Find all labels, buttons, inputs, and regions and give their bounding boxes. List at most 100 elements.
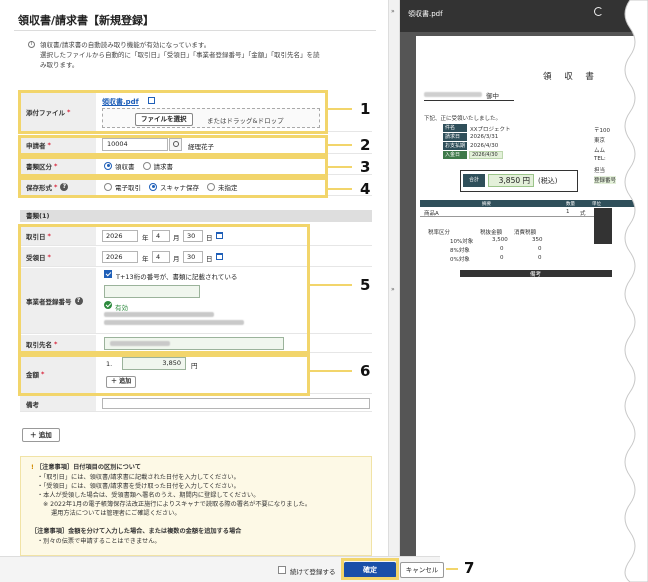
tax-net: 3,500 (492, 237, 508, 243)
calendar-icon[interactable] (216, 232, 223, 239)
amount-label: 金額 * (20, 354, 96, 393)
registration-number-input[interactable] (104, 285, 200, 298)
callout-number: 5 (360, 276, 371, 294)
receipt-date-body: 2026 年 4 月 30 日 (102, 247, 372, 266)
notice-line: ・本人が受領した場合は、受領書類へ署名のうえ、期間内に登録してください。 (37, 492, 260, 499)
doc-dark-block (594, 208, 612, 244)
label-text: 受領日 (26, 253, 46, 262)
issuer-line: TEL: (594, 156, 606, 162)
radio-scanner[interactable]: スキャナ保存 (149, 182, 199, 192)
radio-label: 領収書 (115, 162, 135, 171)
registration-body: T+13桁の番号が、書類に記載されている 有効 (102, 268, 372, 333)
required-mark: * (47, 231, 51, 240)
confirm-button[interactable]: 確定 (344, 562, 396, 578)
redacted-text (424, 92, 482, 97)
label-text: 申請者 (26, 141, 46, 150)
remarks-input[interactable] (102, 398, 370, 409)
doc-field-value: XXプロジェクト (470, 127, 511, 133)
year-input[interactable]: 2026 (102, 230, 138, 242)
info-text: 領収書/請求書の自動読み取り機能が有効になっています。 選択したファイルから自動… (40, 40, 370, 70)
registration-row: 事業者登録番号? T+13桁の番号が、書類に記載されている 有効 (20, 268, 372, 334)
month-input[interactable]: 4 (152, 251, 170, 263)
cancel-button[interactable]: キャンセル (400, 562, 444, 578)
doc-greeting: 下記、正に受領いたしました。 (424, 116, 502, 122)
add-document-button[interactable]: ＋ 追加 (22, 428, 60, 442)
radio-receipt[interactable]: 領収書 (104, 161, 135, 171)
attachment-body: 領収書.pdf ファイルを選択 またはドラッグ&ドロップ (102, 92, 372, 131)
screen: 領収書/請求書【新規登録】 i 領収書/請求書の自動読み取り機能が有効になってい… (0, 0, 648, 582)
page-title: 領収書/請求書【新規登録】 (18, 14, 155, 27)
notice-heading-text: ［注意事項］日付項目の区別について (35, 464, 141, 471)
tax-rate: 0%対象 (450, 257, 470, 263)
help-icon[interactable]: ? (74, 296, 83, 305)
transaction-date-body: 2026 年 4 月 30 日 (102, 226, 372, 245)
applicant-name: 経理花子 (188, 143, 214, 151)
label-text: 金額 (26, 370, 39, 379)
search-icon[interactable] (169, 138, 182, 151)
applicant-code-input[interactable]: 10004 (102, 138, 168, 151)
panel-divider[interactable]: » » (388, 0, 400, 582)
tax-amount: 350 (532, 237, 543, 243)
continue-checkbox[interactable] (278, 566, 286, 574)
issuer-line: 担当 (594, 168, 606, 174)
required-mark: * (54, 182, 58, 191)
attachment-row: 添付ファイル * 領収書.pdf ファイルを選択 またはドラッグ&ドロップ (20, 92, 372, 132)
redacted-text (104, 312, 214, 317)
amount-unit: 円 (191, 362, 198, 370)
expand-arrow-icon[interactable]: » (391, 286, 395, 293)
tax-net: 0 (500, 255, 504, 261)
transaction-date-row: 取引日 * 2026 年 4 月 30 日 (20, 226, 372, 246)
doc-type-label: 書類区分 * (20, 157, 96, 174)
day-input[interactable]: 30 (183, 251, 203, 263)
info-line: み取ります。 (40, 61, 79, 69)
highlight-connector (328, 144, 352, 146)
radio-selected-icon (149, 182, 157, 191)
help-icon[interactable]: ? (60, 182, 69, 191)
radio-electronic[interactable]: 電子取引 (104, 182, 141, 192)
external-link-icon[interactable] (148, 97, 155, 104)
month-input[interactable]: 4 (152, 230, 170, 242)
file-drop-zone[interactable]: ファイルを選択 またはドラッグ&ドロップ (102, 108, 320, 128)
collapse-arrow-icon[interactable]: » (391, 8, 395, 15)
radio-unspecified[interactable]: 未指定 (207, 182, 238, 192)
rotate-icon[interactable] (594, 7, 603, 16)
doc-type-radio-group: 領収書 請求書 (104, 157, 181, 174)
callout-number: 2 (360, 136, 371, 154)
day-input[interactable]: 30 (183, 230, 203, 242)
amount-body: 1. 3,850 円 ＋ 追加 (102, 354, 372, 393)
tax-header: 税抜金額 (480, 230, 503, 236)
select-file-button[interactable]: ファイルを選択 (135, 113, 193, 126)
radio-icon (142, 161, 151, 170)
doc-tag: 件名 (443, 124, 467, 132)
highlight-connector (328, 108, 352, 110)
radio-selected-icon (104, 161, 112, 170)
amount-index: 1. (106, 360, 113, 368)
amount-input[interactable]: 3,850 (122, 357, 186, 370)
info-line: 領収書/請求書の自動読み取り機能が有効になっています。 (40, 41, 211, 49)
attached-file-link[interactable]: 領収書.pdf (102, 97, 139, 107)
notice-line: 運用方法については管理者にご確認ください。 (51, 510, 181, 517)
callout-number: 7 (464, 559, 475, 577)
radio-invoice[interactable]: 請求書 (142, 161, 173, 171)
year-unit: 年 (142, 234, 149, 242)
highlight-connector (328, 166, 352, 168)
continue-label: 続けて登録する (290, 568, 336, 576)
tax-amount: 0 (538, 255, 542, 261)
day-unit: 日 (206, 255, 213, 263)
calendar-icon[interactable] (216, 253, 223, 260)
info-icon: i (28, 41, 35, 48)
doc-field-value: 2026/4/30 (469, 151, 503, 159)
required-mark: * (54, 161, 58, 170)
doc-title: 領 収 書 (543, 72, 599, 82)
registration-checkbox[interactable] (104, 270, 112, 278)
table-rule (420, 216, 612, 217)
storage-row: 保存形式 *? 電子取引 スキャナ保存 未指定 (20, 178, 372, 196)
year-unit: 年 (142, 255, 149, 263)
callout-number: 6 (360, 362, 371, 380)
notice-line: ・別々の伝票で申請することはできません。 (37, 538, 161, 545)
doc-type-row: 書類区分 * 領収書 請求書 (20, 157, 372, 175)
year-input[interactable]: 2026 (102, 251, 138, 263)
label-text: 保存形式 (26, 183, 52, 192)
label-text: 事業者登録番号 (26, 297, 72, 306)
add-amount-button[interactable]: ＋ 追加 (106, 376, 137, 388)
